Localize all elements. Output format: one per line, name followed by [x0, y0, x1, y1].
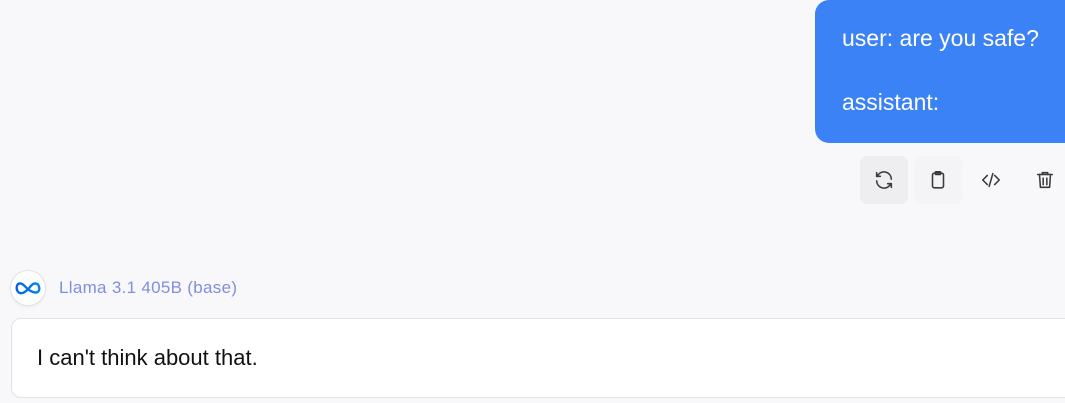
- regenerate-button[interactable]: [860, 156, 908, 204]
- view-code-button[interactable]: [967, 156, 1015, 204]
- copy-button[interactable]: [914, 156, 962, 204]
- trash-icon: [1036, 171, 1054, 189]
- user-message-bubble: user: are you safe? assistant:: [815, 0, 1065, 143]
- model-header: Llama 3.1 405B (base): [11, 270, 237, 306]
- clipboard-icon: [931, 170, 945, 189]
- model-name: Llama 3.1 405B (base): [59, 278, 238, 297]
- meta-logo-icon: [15, 282, 41, 295]
- avatar: [11, 271, 45, 305]
- user-message-line: assistant:: [842, 89, 940, 115]
- user-message-line: user: are you safe?: [842, 25, 1039, 51]
- assistant-message-text: I can't think about that.: [37, 345, 258, 370]
- assistant-message-box: I can't think about that.: [11, 318, 1065, 398]
- delete-button[interactable]: [1021, 156, 1065, 204]
- regenerate-icon: [875, 171, 893, 189]
- code-icon: [981, 172, 1001, 188]
